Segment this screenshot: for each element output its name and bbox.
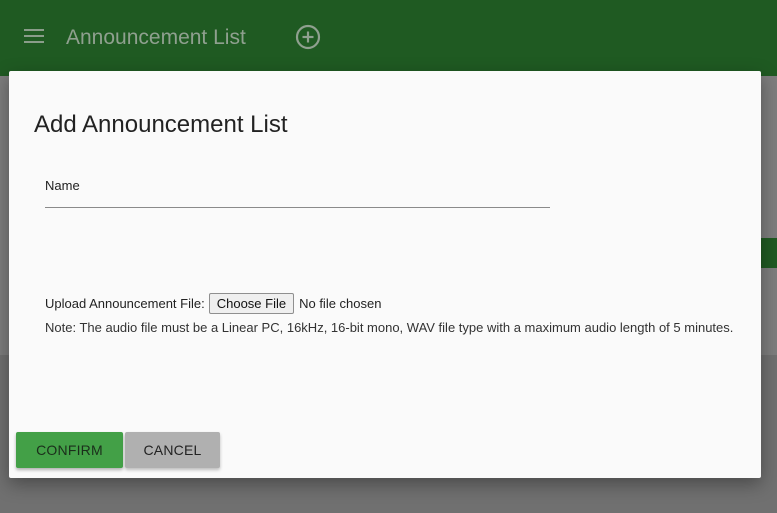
app-bar-title: Announcement List [66,26,246,49]
file-status-text: No file chosen [299,295,382,311]
upload-label: Upload Announcement File: [45,295,205,311]
name-input[interactable] [45,191,550,208]
app-bar: Announcement List [0,0,777,76]
file-format-note: Note: The audio file must be a Linear PC… [45,320,734,335]
choose-file-button[interactable]: Choose File [208,292,295,314]
add-circle-icon[interactable] [295,24,321,50]
upload-row: Upload Announcement File: Choose File No… [45,292,381,314]
menu-icon[interactable] [24,29,44,45]
page: Announcement List Add Announcement List … [0,0,777,513]
add-announcement-dialog: Add Announcement List Name Upload Announ… [9,71,761,478]
confirm-button[interactable]: CONFIRM [16,432,123,468]
dialog-title: Add Announcement List [34,111,288,138]
cancel-button[interactable]: CANCEL [125,432,220,468]
